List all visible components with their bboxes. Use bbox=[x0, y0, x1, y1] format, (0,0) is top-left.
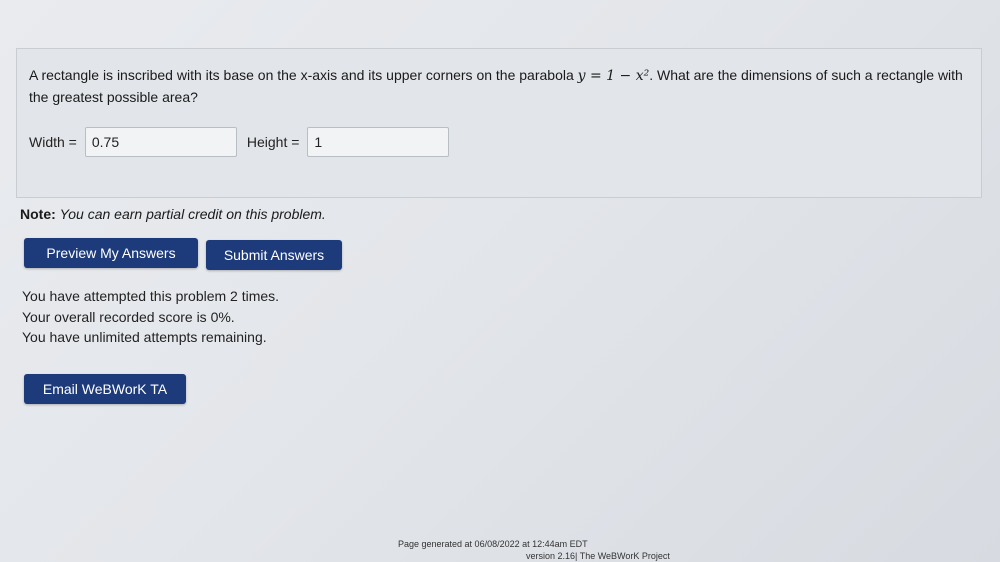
problem-statement: A rectangle is inscribed with its base o… bbox=[29, 65, 969, 108]
version-text: version 2.16| The WeBWorK Project bbox=[526, 551, 670, 561]
attempt-status: You have attempted this problem 2 times.… bbox=[22, 286, 279, 348]
email-ta-button[interactable]: Email WeBWorK TA bbox=[24, 374, 186, 404]
page-generated-text: Page generated at 06/08/2022 at 12:44am … bbox=[398, 539, 588, 549]
answer-row: Width = Height = bbox=[29, 127, 450, 157]
recorded-score-text: Your overall recorded score is 0%. bbox=[22, 308, 235, 325]
note-text: You can earn partial credit on this prob… bbox=[59, 206, 326, 222]
attempts-count-text: You have attempted this problem 2 times. bbox=[22, 288, 280, 304]
submit-answers-button[interactable]: Submit Answers bbox=[206, 240, 342, 270]
page-footer: Page generated at 06/08/2022 at 12:44am … bbox=[398, 538, 670, 562]
problem-text-before: A rectangle is inscribed with its base o… bbox=[29, 67, 574, 83]
width-input[interactable] bbox=[84, 127, 237, 157]
attempts-remaining-text: You have unlimited attempts remaining. bbox=[22, 329, 267, 345]
problem-panel: A rectangle is inscribed with its base o… bbox=[16, 48, 982, 198]
preview-answers-button[interactable]: Preview My Answers bbox=[24, 238, 198, 268]
partial-credit-note: Note: You can earn partial credit on thi… bbox=[20, 206, 326, 222]
width-label: Width = bbox=[29, 134, 77, 150]
note-label: Note: bbox=[20, 206, 56, 222]
height-label: Height = bbox=[246, 134, 300, 150]
parabola-equation: y = 1 − x² bbox=[577, 68, 650, 84]
height-input[interactable] bbox=[307, 127, 450, 157]
